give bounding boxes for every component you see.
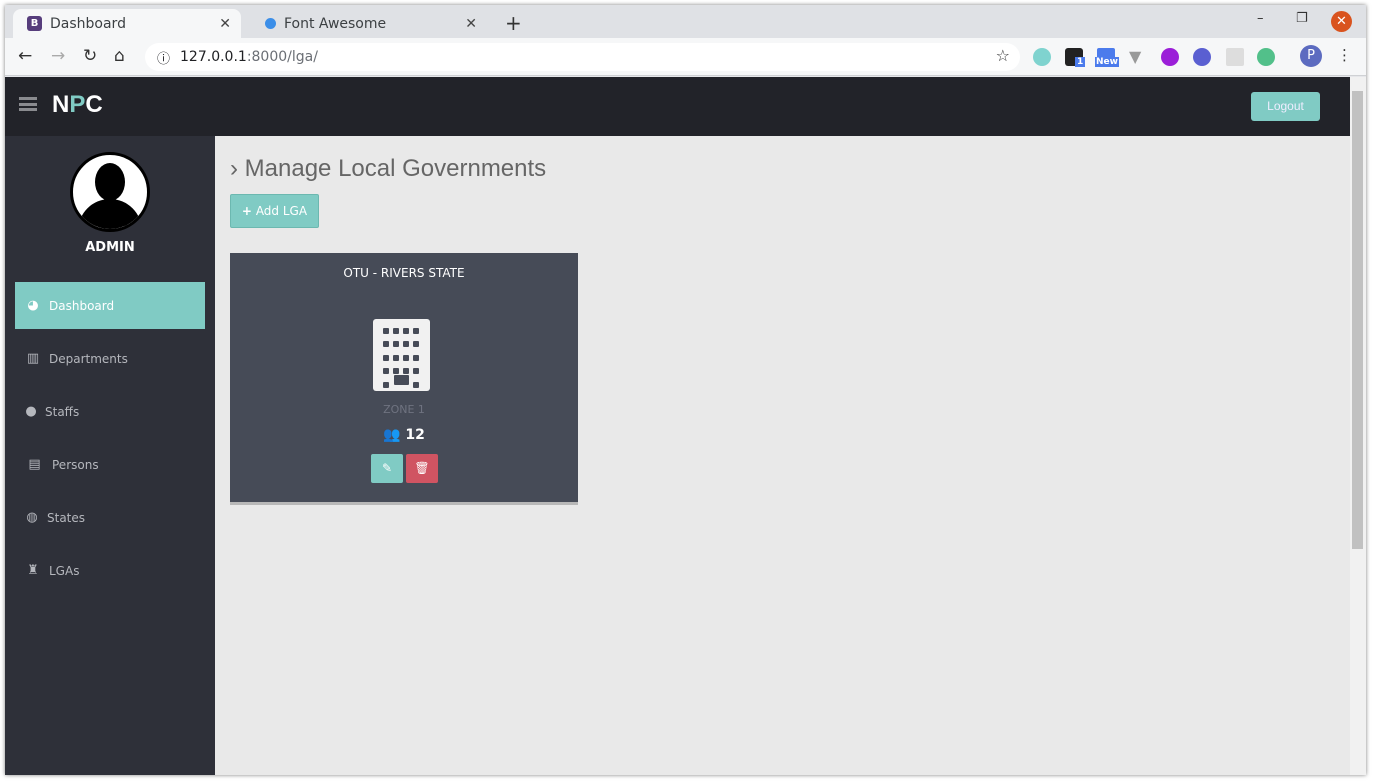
building-icon: ▥ [26,351,40,366]
web-page: NPC Logout ADMIN ◕ Dashboard ▥ Departments… [5,77,1350,775]
font-awesome-icon [265,18,276,29]
sidebar-item-label: LGAs [49,563,80,578]
id-card-icon: ▤ [28,457,41,472]
hamburger-menu-icon[interactable] [19,97,37,111]
sidebar-item-label: Dashboard [49,298,115,313]
sidebar-item-lgas[interactable]: ♜ LGAs [15,547,205,594]
lga-card-title: OTU - RIVERS STATE [343,266,465,280]
globe-icon: ◍ [26,510,38,525]
sidebar-item-dashboard[interactable]: ◕ Dashboard [15,282,205,329]
bootstrap-icon: B [27,16,42,31]
extension-badge: 1 [1075,57,1086,67]
brand-letter: C [85,91,103,118]
trash-icon: 🗑 [414,461,430,475]
user-name: ADMIN [85,240,135,255]
main-content: › Manage Local Governments + Add LGA [230,155,546,228]
lga-member-count: 👥 12 [230,427,578,443]
home-button[interactable]: ⌂ [114,46,125,66]
scrollbar-thumb[interactable] [1352,91,1363,549]
user-icon: ● [25,404,37,419]
brand-letter: N [52,91,70,118]
extension-badge: New [1095,57,1119,67]
tab-label: Font Awesome [284,15,387,32]
logout-button[interactable]: Logout [1251,92,1320,121]
users-icon: 👥 [383,427,401,443]
grammarly-icon[interactable] [1257,48,1275,66]
new-tab-button[interactable]: + [505,11,522,35]
count-value: 12 [405,427,425,443]
url-host: 127.0.0.1 [180,49,247,65]
extension-icon[interactable] [1161,48,1179,66]
extension-icon[interactable] [1033,48,1051,66]
top-navbar: NPC Logout [5,77,1350,136]
sidebar-item-label: Staffs [45,404,80,419]
menu-icon[interactable]: ⋮ [1337,46,1352,64]
browser-toolbar: ← → ↻ ⌂ ⓘ 127.0.0.1:8000/lga/ ☆ 1 New ▼ … [5,38,1366,76]
brand-letter: P [69,91,86,118]
bookmark-star-icon[interactable]: ☆ [996,46,1010,65]
delete-button[interactable]: 🗑 [406,454,438,483]
sidebar-item-label: Persons [52,457,99,472]
tab-label: Dashboard [50,15,126,32]
info-icon[interactable]: ⓘ [157,48,170,67]
tab-font-awesome[interactable]: Font Awesome ✕ [251,9,487,38]
sidebar-item-states[interactable]: ◍ States [15,494,205,541]
minimize-button[interactable]: – [1257,11,1264,26]
page-title-text: Manage Local Governments [244,155,547,182]
extension-doc-icon[interactable] [1226,48,1244,66]
add-lga-button[interactable]: + Add LGA [230,194,319,228]
profile-avatar[interactable]: P [1300,45,1322,67]
plus-icon: + [241,204,252,218]
close-tab-icon[interactable]: ✕ [465,16,477,32]
tachometer-icon: ◕ [27,298,39,313]
page-title: › Manage Local Governments [230,155,546,183]
sidebar-item-persons[interactable]: ▤ Persons [15,441,205,488]
avatar [70,152,150,232]
extension-check-icon[interactable] [1193,48,1211,66]
reload-button[interactable]: ↻ [83,46,97,66]
brand-logo[interactable]: NPC [52,91,103,119]
building-icon [373,319,430,391]
restore-button[interactable]: ❐ [1296,11,1308,26]
close-window-button[interactable]: ✕ [1331,11,1352,32]
sidebar-item-staffs[interactable]: ● Staffs [15,388,205,435]
edit-button[interactable]: ✎ [371,454,403,483]
address-bar[interactable]: ⓘ 127.0.0.1:8000/lga/ ☆ [145,43,1020,71]
browser-window: B Dashboard ✕ Font Awesome ✕ + – ❐ ✕ ← →… [5,5,1366,775]
chevron-right-icon: › [230,155,238,182]
sidebar: ADMIN ◕ Dashboard ▥ Departments ● Staffs ▤ P… [5,136,215,775]
lga-zone: ZONE 1 [383,403,425,416]
sidebar-item-departments[interactable]: ▥ Departments [15,335,205,382]
extension-new-icon[interactable]: New [1095,48,1119,67]
fort-icon: ♜ [27,563,39,578]
forward-button[interactable]: → [51,46,65,66]
add-lga-label: Add LGA [255,204,308,218]
extension-box-icon[interactable]: 1 [1065,48,1086,67]
tab-bar: B Dashboard ✕ Font Awesome ✕ + – ❐ ✕ [5,5,1366,38]
pencil-icon: ✎ [381,461,393,475]
sidebar-item-label: Departments [49,351,128,366]
lga-card: OTU - RIVERS STATE ZONE 1 👥 12 ✎ 🗑 [230,253,578,505]
sidebar-item-label: States [47,510,86,525]
tab-dashboard[interactable]: B Dashboard ✕ [13,9,241,38]
close-tab-icon[interactable]: ✕ [219,16,231,32]
vue-devtools-icon[interactable]: ▼ [1129,48,1147,66]
url-path: :8000/lga/ [246,49,318,65]
scrollbar[interactable] [1350,77,1366,775]
back-button[interactable]: ← [18,46,32,66]
